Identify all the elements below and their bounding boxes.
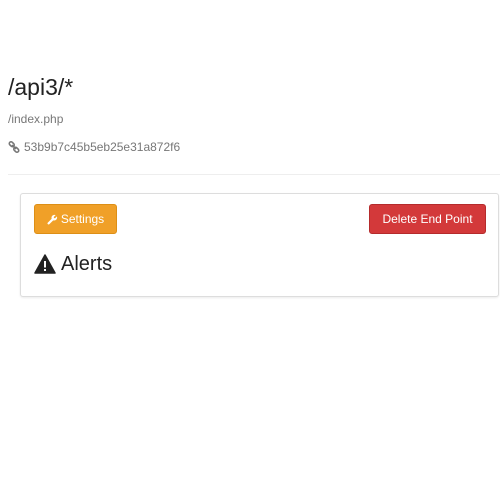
wrench-icon [47, 214, 57, 225]
endpoint-page: /api3/* /index.php 53b9b7c45b5eb25e31a87… [0, 0, 500, 500]
alerts-heading: Alerts [34, 251, 112, 277]
delete-endpoint-button-label: Delete End Point [382, 212, 473, 226]
endpoint-hash-row: 53b9b7c45b5eb25e31a872f6 [8, 139, 180, 155]
link-icon [8, 141, 20, 153]
endpoint-panel: Settings Delete End Point Alerts [20, 193, 499, 297]
settings-button[interactable]: Settings [34, 204, 117, 234]
divider [8, 174, 500, 175]
alerts-heading-label: Alerts [61, 253, 113, 275]
warning-icon [34, 254, 56, 274]
settings-button-label: Settings [60, 212, 105, 226]
delete-endpoint-button[interactable]: Delete End Point [369, 204, 486, 234]
endpoint-file: /index.php [8, 112, 64, 126]
endpoint-hash: 53b9b7c45b5eb25e31a872f6 [24, 140, 181, 154]
endpoint-path-title: /api3/* [8, 74, 74, 100]
